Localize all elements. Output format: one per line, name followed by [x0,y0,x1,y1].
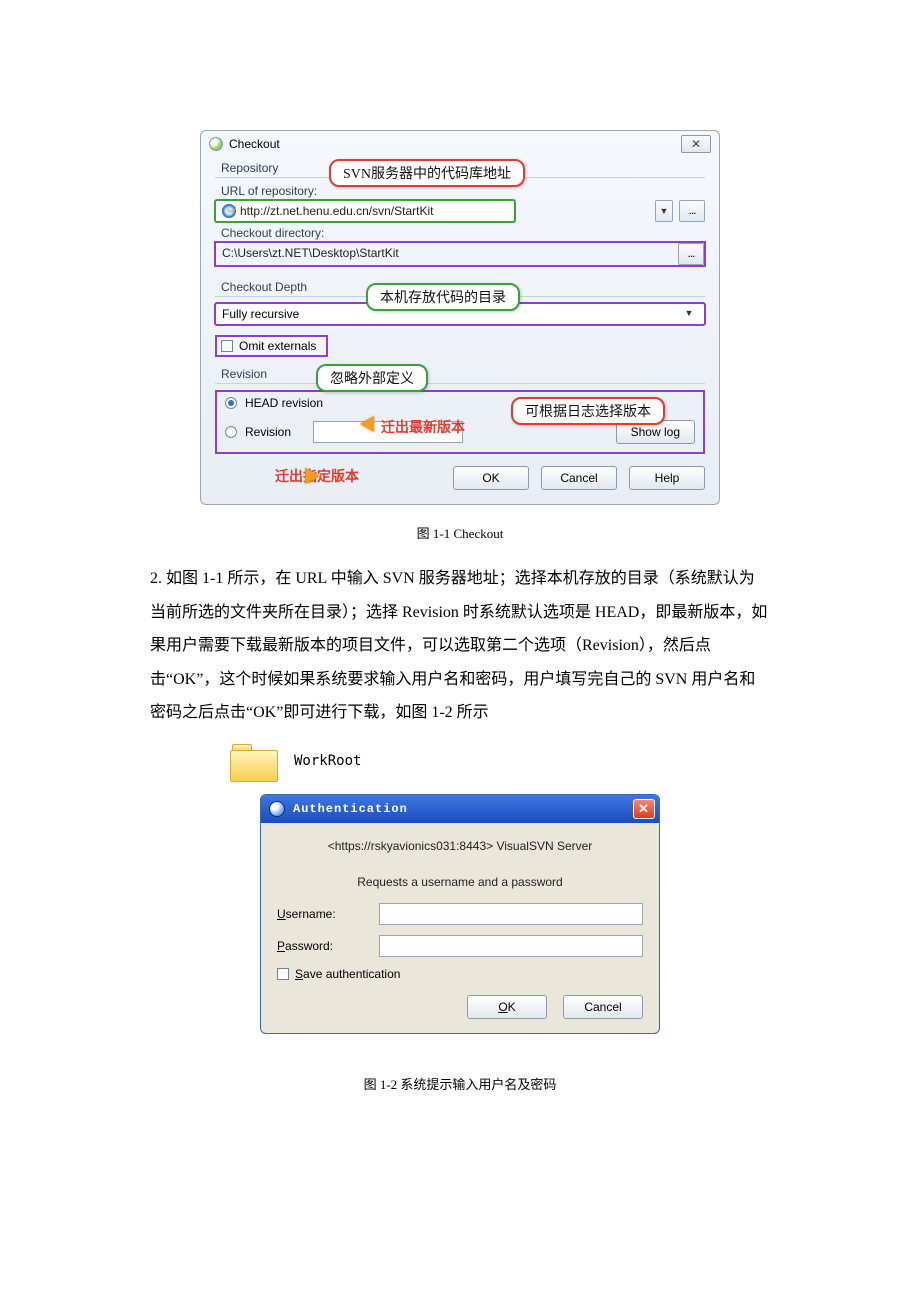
auth-titlebar: Authentication ✕ [261,795,659,823]
help-button[interactable]: Help [629,466,705,490]
url-dropdown-button[interactable]: ▼ [655,200,673,222]
save-auth-label: Save authentication [295,967,400,981]
url-label: URL of repository: [221,184,705,198]
figure-2-caption: 图 1-2 系统提示输入用户名及密码 [150,1074,770,1093]
dir-browse-button[interactable]: ... [678,243,704,265]
url-input[interactable]: http://zt.net.henu.edu.cn/svn/StartKit [215,200,515,222]
revision-group: HEAD revision Revision Show log [215,390,705,454]
tortoise-svn-icon [269,801,285,817]
checkout-action-row: 迁出指定版本 OK Cancel Help [201,454,719,490]
annotation-specific-revision: 迁出指定版本 [215,466,441,490]
folder-label: WorkRoot [294,753,361,769]
checkout-depth-label: Checkout Depth [221,280,705,294]
checkout-depth-value: Fully recursive [222,307,299,321]
checkbox-icon [221,340,233,352]
repository-group-label: Repository [221,161,705,175]
separator [215,296,705,297]
password-label: Password: [277,939,367,953]
figure-1-caption: 图 1-1 Checkout [150,523,770,542]
omit-externals-row: Omit externals [215,335,705,357]
revision-group-label: Revision [221,367,705,381]
auth-title: Authentication [293,802,408,816]
ok-button[interactable]: OK [453,466,529,490]
close-button[interactable]: ✕ [681,135,711,153]
specific-revision-label: Revision [245,425,305,439]
url-value: http://zt.net.henu.edu.cn/svn/StartKit [240,204,433,218]
head-revision-radio[interactable] [225,397,237,409]
checkout-dir-label: Checkout directory: [221,226,705,240]
cancel-button[interactable]: Cancel [541,466,617,490]
authentication-dialog: Authentication ✕ <https://rskyavionics03… [260,794,660,1034]
checkout-title: Checkout [229,137,280,151]
username-input[interactable] [379,903,643,925]
folder-icon [230,742,276,780]
workroot-folder-row: WorkRoot [230,742,770,780]
tortoise-svn-icon [209,137,223,151]
auth-server-line: <https://rskyavionics031:8443> VisualSVN… [277,839,643,853]
ie-icon [222,204,236,218]
password-input[interactable] [379,935,643,957]
instruction-paragraph: 2. 如图 1-1 所示，在 URL 中输入 SVN 服务器地址；选择本机存放的… [150,562,770,730]
specific-revision-radio[interactable] [225,426,237,438]
auth-prompt-line: Requests a username and a password [277,875,643,889]
cancel-button[interactable]: Cancel [563,995,643,1019]
url-browse-button[interactable]: ... [679,200,705,222]
checkout-titlebar: Checkout ✕ [201,131,719,159]
head-revision-label: HEAD revision [245,396,323,410]
checkout-depth-select[interactable]: Fully recursive ▼ [215,303,705,325]
username-label: Username: [277,907,367,921]
separator [215,383,705,384]
omit-externals-checkbox[interactable]: Omit externals [215,335,328,357]
checkout-dir-input[interactable]: C:\Users\zt.NET\Desktop\StartKit [216,243,476,265]
checkout-dir-value: C:\Users\zt.NET\Desktop\StartKit [222,246,399,260]
depth-dropdown-icon: ▼ [680,303,698,325]
separator [215,177,705,178]
ok-button[interactable]: OK [467,995,547,1019]
show-log-button[interactable]: Show log [616,420,695,444]
save-auth-checkbox[interactable] [277,968,289,980]
close-button[interactable]: ✕ [633,799,655,819]
checkout-dialog: Checkout ✕ Repository URL of repository:… [200,130,720,505]
omit-externals-label: Omit externals [239,339,316,353]
revision-number-input[interactable] [313,421,463,443]
